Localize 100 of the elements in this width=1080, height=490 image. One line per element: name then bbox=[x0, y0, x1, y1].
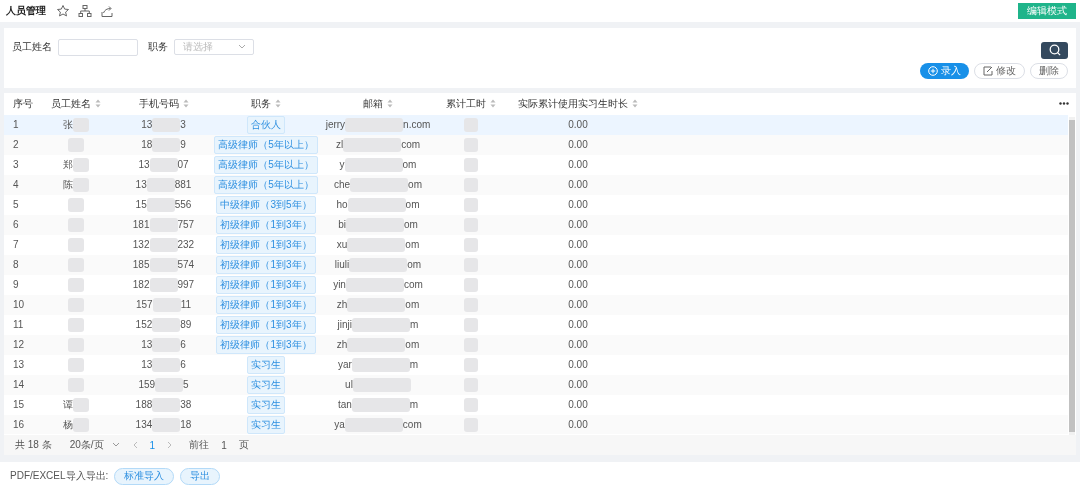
table-cell: 11 bbox=[180, 299, 192, 311]
role-tag: 初级律师（1到3年） bbox=[216, 335, 316, 354]
redaction-blur bbox=[68, 357, 84, 372]
table-cell: 574 bbox=[177, 259, 195, 271]
sort-icon[interactable] bbox=[275, 99, 281, 109]
redaction-blur bbox=[351, 357, 410, 372]
redaction-blur bbox=[152, 357, 181, 372]
role-tag: 高级律师（5年以上） bbox=[214, 175, 318, 194]
table-row[interactable]: 13 13 6 实习生 yar m 0.00 bbox=[4, 354, 1068, 375]
role-tag: 初级律师（1到3年） bbox=[216, 255, 316, 274]
text-field[interactable] bbox=[58, 38, 138, 56]
table-cell: 7 bbox=[13, 239, 19, 251]
table-cell: 13 bbox=[138, 159, 150, 171]
table-cell: 89 bbox=[180, 319, 192, 331]
chevron-down-icon[interactable] bbox=[111, 442, 120, 448]
sort-icon[interactable] bbox=[490, 99, 496, 109]
table-cell: 18 bbox=[180, 419, 192, 431]
role-tag: 初级律师（1到3年） bbox=[216, 215, 316, 234]
redaction-blur bbox=[351, 397, 410, 412]
sort-icon[interactable] bbox=[632, 99, 638, 109]
table-row[interactable]: 6 181 757 初级律师（1到3年） bi om 0.00 bbox=[4, 214, 1068, 235]
table-row[interactable]: 8 185 574 初级律师（1到3年） liuli om 0.00 bbox=[4, 254, 1068, 275]
table-cell: 12 bbox=[13, 339, 25, 351]
table-cell: 14 bbox=[13, 379, 25, 391]
goto-field[interactable]: 1 bbox=[221, 439, 227, 451]
plus-circle-icon[interactable] bbox=[928, 66, 938, 76]
table-row[interactable]: 2 18 9 高级律师（5年以上） zl com 0.00 bbox=[4, 134, 1068, 155]
page-size-select[interactable]: 20条/页 bbox=[69, 438, 120, 452]
table-cell: 185 bbox=[132, 259, 150, 271]
star-icon[interactable] bbox=[56, 4, 70, 18]
table-row[interactable]: 15 谭 188 38 实习生 tan m 0.00 bbox=[4, 394, 1068, 415]
table-cell: 张 bbox=[63, 117, 73, 132]
redaction-blur bbox=[152, 317, 181, 332]
table-cell: 11 bbox=[13, 319, 24, 331]
table-cell: m bbox=[409, 359, 419, 371]
column-header: 职务 bbox=[251, 96, 271, 111]
chevron-left-icon[interactable] bbox=[131, 441, 138, 449]
table-row[interactable]: 14 159 5 实习生 ul 0.00 bbox=[4, 374, 1068, 395]
table-cell: 132 bbox=[132, 239, 150, 251]
table-row[interactable]: 5 15 556 中级律师（3到5年） ho om 0.00 bbox=[4, 194, 1068, 215]
search-icon[interactable] bbox=[1048, 44, 1061, 56]
table-cell: m bbox=[409, 399, 419, 411]
redaction-blur bbox=[73, 397, 89, 412]
table-cell: 157 bbox=[135, 299, 153, 311]
total-count: 共 18 条 bbox=[15, 438, 52, 452]
sort-icon[interactable] bbox=[95, 99, 101, 109]
table-cell: 0.00 bbox=[568, 159, 588, 171]
table-row[interactable]: 3 郑 13 07 高级律师（5年以上） y om 0.00 bbox=[4, 154, 1068, 175]
table-cell: zl bbox=[335, 139, 344, 151]
table-cell: y bbox=[339, 159, 345, 171]
table-row[interactable]: 12 13 6 初级律师（1到3年） zh om 0.00 bbox=[4, 334, 1068, 355]
import-export-label: PDF/EXCEL导入导出: bbox=[10, 469, 109, 483]
table-cell: n.com bbox=[403, 119, 431, 131]
table-cell: jinji bbox=[337, 319, 353, 331]
role-tag: 高级律师（5年以上） bbox=[214, 135, 318, 154]
table-cell: 556 bbox=[174, 199, 192, 211]
table-cell: 159 bbox=[138, 379, 156, 391]
table-row[interactable]: 1 张 13 3 合伙人 jerry n.com 0.00 bbox=[4, 114, 1068, 135]
table-cell: com bbox=[402, 419, 422, 431]
role-tag: 实习生 bbox=[247, 375, 285, 394]
sort-icon[interactable] bbox=[387, 99, 393, 109]
hierarchy-icon[interactable] bbox=[78, 4, 92, 18]
table-cell: 188 bbox=[135, 399, 153, 411]
table-cell: 0.00 bbox=[568, 399, 588, 411]
redaction-blur bbox=[464, 197, 478, 212]
table-cell: 13 bbox=[135, 179, 147, 191]
delete-button[interactable]: 删除 bbox=[1030, 63, 1068, 79]
page-title: 人员管理 bbox=[6, 4, 46, 18]
table-cell: 15 bbox=[13, 399, 25, 411]
sort-icon[interactable] bbox=[182, 99, 189, 109]
share-icon[interactable] bbox=[100, 4, 114, 18]
redaction-blur bbox=[149, 237, 178, 252]
table-cell: 0.00 bbox=[568, 239, 588, 251]
table-row[interactable]: 16 杨 134 18 实习生 ya com 0.00 bbox=[4, 414, 1068, 435]
table-row[interactable]: 7 132 232 初级律师（1到3年） xu om 0.00 bbox=[4, 234, 1068, 255]
role-tag: 初级律师（1到3年） bbox=[216, 275, 316, 294]
table-cell: 0.00 bbox=[568, 359, 588, 371]
search-button[interactable] bbox=[1041, 41, 1068, 59]
table-row[interactable]: 9 182 997 初级律师（1到3年） yin com 0.00 bbox=[4, 274, 1068, 295]
chevron-right-icon[interactable] bbox=[167, 441, 174, 449]
table-cell: xu bbox=[336, 239, 348, 251]
table-cell: 0.00 bbox=[568, 419, 588, 431]
table-cell: 181 bbox=[132, 219, 150, 231]
role-tag: 实习生 bbox=[247, 355, 285, 374]
chevron-down-icon[interactable] bbox=[238, 44, 246, 50]
table-cell: 3 bbox=[180, 119, 186, 131]
edit-button[interactable]: 修改 bbox=[974, 63, 1025, 79]
table-row[interactable]: 10 157 11 初级律师（1到3年） zh om 0.00 bbox=[4, 294, 1068, 315]
table-cell: 0.00 bbox=[568, 319, 588, 331]
role-tag: 初级律师（1到3年） bbox=[216, 295, 316, 314]
table-cell: 9 bbox=[180, 139, 186, 151]
redaction-blur bbox=[68, 277, 84, 292]
table-row[interactable]: 11 152 89 初级律师（1到3年） jinji m 0.00 bbox=[4, 314, 1068, 335]
edit-icon[interactable] bbox=[983, 66, 993, 76]
more-icon[interactable] bbox=[1059, 102, 1069, 106]
table-cell: 2 bbox=[13, 139, 19, 151]
table-row[interactable]: 4 陈 13 881 高级律师（5年以上） che om 0.00 bbox=[4, 174, 1068, 195]
table-cell: 6 bbox=[13, 219, 19, 231]
table-cell: zh bbox=[336, 339, 348, 351]
table-cell: 9 bbox=[13, 279, 19, 291]
